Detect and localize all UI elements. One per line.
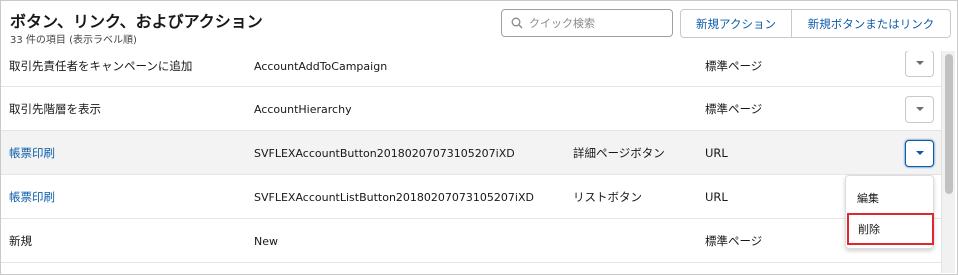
row-content-source: 標準ページ	[705, 59, 763, 73]
row-label: 取引先責任者をキャンペーンに追加	[9, 59, 193, 73]
row-actions-button[interactable]	[905, 140, 934, 167]
menu-item-edit[interactable]: 編集	[846, 183, 935, 213]
row-content-source: URL	[705, 190, 728, 204]
search-icon	[511, 17, 523, 29]
page-frame: ボタン、リンク、およびアクション 33 件の項目 (表示ラベル順) 新規アクショ…	[0, 0, 958, 275]
row-content-source: 標準ページ	[705, 234, 763, 248]
table-row: 新規 New 標準ページ	[1, 219, 941, 263]
item-count: 33 件の項目 (表示ラベル順)	[10, 35, 137, 46]
new-button-or-link-button[interactable]: 新規ボタンまたはリンク	[791, 9, 951, 38]
chevron-down-icon	[915, 151, 924, 155]
row-api-name: SVFLEXAccountButton20180207073105207iXD	[254, 146, 515, 160]
search-input[interactable]	[529, 16, 669, 30]
row-display-type: 詳細ページボタン	[573, 146, 665, 160]
table-row: 帳票印刷 SVFLEXAccountButton2018020707310520…	[1, 131, 941, 175]
row-label: 新規	[9, 234, 32, 248]
row-actions-button[interactable]	[905, 96, 934, 123]
list-header: ボタン、リンク、およびアクション 33 件の項目 (表示ラベル順) 新規アクショ…	[1, 1, 957, 51]
table-row: 帳票印刷 SVFLEXAccountListButton201802070731…	[1, 175, 941, 219]
row-content-source: 標準ページ	[705, 102, 763, 116]
actions-table: 取引先責任者をキャンペーンに追加 AccountAddToCampaign 標準…	[1, 45, 941, 263]
chevron-down-icon	[915, 61, 924, 65]
row-api-name: New	[254, 234, 278, 248]
quick-search-box[interactable]	[501, 9, 673, 37]
scrollbar-thumb[interactable]	[945, 54, 953, 194]
row-content-source: URL	[705, 146, 728, 160]
row-api-name: AccountAddToCampaign	[254, 59, 388, 73]
row-label-link[interactable]: 帳票印刷	[9, 175, 55, 219]
table-row: 取引先階層を表示 AccountHierarchy 標準ページ	[1, 87, 941, 131]
row-label: 取引先階層を表示	[9, 102, 101, 116]
row-display-type: リストボタン	[573, 190, 642, 204]
row-actions-menu: 編集 削除	[845, 175, 934, 249]
table-row: 取引先責任者をキャンペーンに追加 AccountAddToCampaign 標準…	[1, 45, 941, 87]
row-api-name: SVFLEXAccountListButton20180207073105207…	[254, 190, 534, 204]
row-label-link[interactable]: 帳票印刷	[9, 131, 55, 175]
new-action-button[interactable]: 新規アクション	[680, 9, 792, 38]
menu-item-delete[interactable]: 削除	[847, 213, 934, 245]
vertical-scrollbar[interactable]	[941, 51, 955, 273]
page-title: ボタン、リンク、およびアクション	[10, 12, 263, 31]
row-api-name: AccountHierarchy	[254, 102, 352, 116]
row-actions-button[interactable]	[905, 50, 934, 77]
chevron-down-icon	[915, 107, 924, 111]
